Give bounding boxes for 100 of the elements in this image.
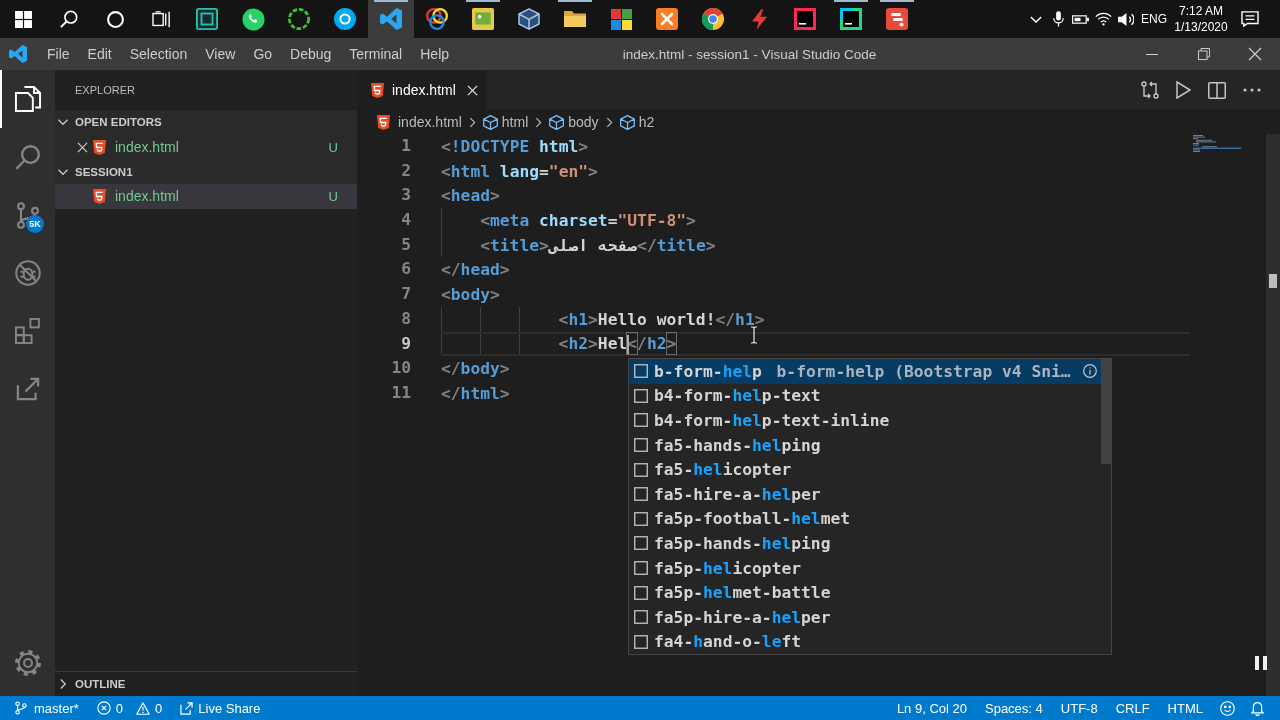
suggestion-item[interactable]: fa5-hire-a-helper bbox=[629, 481, 1101, 507]
suggestion-item[interactable]: b4-form-help-text-inline bbox=[629, 408, 1101, 433]
minimize-icon bbox=[1146, 53, 1158, 55]
wifi-icon[interactable] bbox=[1094, 12, 1112, 26]
tree-item[interactable]: index.html U bbox=[55, 134, 357, 160]
menu-item[interactable]: Debug bbox=[281, 38, 341, 70]
snippet-icon bbox=[634, 610, 648, 625]
task-view-icon[interactable] bbox=[151, 10, 171, 28]
four-squares-icon[interactable] bbox=[610, 8, 632, 30]
folder-icon[interactable] bbox=[564, 11, 586, 27]
lightning-icon[interactable] bbox=[751, 8, 767, 30]
line-number: 7 bbox=[400, 283, 411, 306]
suggestion-item[interactable]: fa5p-hands-helping bbox=[629, 531, 1101, 556]
chat-phone-icon[interactable] bbox=[241, 7, 265, 31]
suggestion-item[interactable]: b4-form-help-text bbox=[629, 383, 1101, 409]
notification-icon[interactable] bbox=[1241, 11, 1259, 27]
battery-icon[interactable] bbox=[1071, 14, 1089, 24]
status-item[interactable]: UTF-8 bbox=[1051, 696, 1107, 720]
cross-tile-icon[interactable] bbox=[656, 8, 678, 30]
clock[interactable]: 7:12 AM 1/13/2020 bbox=[1171, 3, 1231, 35]
warning-icon bbox=[136, 701, 151, 715]
suggestion-item[interactable]: b-form-help b-form-help (Bootstrap v4 Sni… bbox=[629, 359, 1101, 384]
caret-icon[interactable] bbox=[1030, 15, 1042, 23]
problems-status[interactable]: 0 0 bbox=[87, 696, 172, 720]
branch-status[interactable]: master* bbox=[15, 696, 88, 720]
cube-icon bbox=[619, 114, 635, 130]
activity-bar-button[interactable]: 5K bbox=[0, 186, 55, 244]
suggestion-item[interactable]: fa4-hand-o-left bbox=[629, 629, 1101, 655]
suggestion-item[interactable]: fa5-hands-helping bbox=[629, 432, 1101, 458]
breadcrumb-item[interactable]: h2 bbox=[619, 114, 655, 130]
chevron-icon bbox=[468, 116, 476, 128]
square-logo-icon[interactable] bbox=[840, 8, 862, 30]
windows-logo-icon[interactable] bbox=[14, 10, 32, 28]
editor-tab[interactable]: index.html bbox=[357, 70, 487, 110]
bell-icon[interactable] bbox=[1250, 700, 1264, 716]
status-item[interactable]: Ln 9, Col 20 bbox=[887, 696, 976, 720]
files-icon bbox=[14, 86, 41, 112]
html-file-icon bbox=[371, 82, 384, 98]
status-item[interactable]: HTML bbox=[1158, 696, 1212, 720]
circle-logo-icon[interactable] bbox=[334, 8, 356, 30]
speaker-icon[interactable] bbox=[1118, 11, 1134, 27]
window-title: index.html - session1 - Visual Studio Code bbox=[622, 46, 877, 62]
suggestion-item[interactable]: fa5-helicopter bbox=[629, 457, 1101, 482]
more-icon[interactable] bbox=[1243, 88, 1261, 92]
line-number: 6 bbox=[400, 258, 411, 281]
status-item[interactable]: Spaces: 4 bbox=[976, 696, 1052, 720]
html-file-icon bbox=[93, 188, 106, 204]
code-text: <meta charset="UTF-8"> bbox=[480, 209, 696, 231]
feedback-smiley-icon[interactable] bbox=[1219, 700, 1235, 716]
menu-item[interactable]: View bbox=[196, 38, 245, 70]
search-icon[interactable] bbox=[60, 10, 78, 28]
menu-item[interactable]: Edit bbox=[78, 38, 121, 70]
menu-item[interactable]: File bbox=[38, 38, 79, 70]
tile-logo-icon[interactable] bbox=[886, 8, 908, 30]
menu-item[interactable]: Terminal bbox=[340, 38, 412, 70]
suggestion-item[interactable]: fa5p-helicopter bbox=[629, 555, 1101, 581]
breadcrumb-item[interactable]: body bbox=[549, 114, 599, 130]
source-control-icon bbox=[16, 201, 39, 229]
line-number: 4 bbox=[400, 209, 411, 232]
line-number: 9 bbox=[400, 332, 411, 355]
run-icon[interactable] bbox=[1176, 81, 1191, 99]
framed-square-icon[interactable] bbox=[196, 8, 218, 30]
section-header[interactable]: SESSION1 bbox=[55, 159, 357, 185]
sidebar-title: EXPLORER bbox=[75, 84, 135, 96]
close-icon[interactable] bbox=[466, 84, 478, 96]
live-share-button[interactable]: Live Share bbox=[171, 696, 270, 720]
tree-item[interactable]: index.html U bbox=[55, 184, 357, 209]
menu-item[interactable]: Selection bbox=[120, 38, 197, 70]
info-icon[interactable] bbox=[1083, 364, 1097, 379]
breadcrumb-item[interactable]: html bbox=[482, 114, 529, 130]
snippet-icon bbox=[634, 536, 648, 551]
compare-changes-icon[interactable] bbox=[1141, 81, 1159, 99]
section-header[interactable]: OPEN EDITORS bbox=[55, 110, 357, 135]
status-item[interactable]: CRLF bbox=[1106, 696, 1159, 720]
menu-item[interactable]: Go bbox=[244, 38, 282, 70]
overlapping-circles-icon[interactable] bbox=[426, 8, 448, 30]
suggestion-item[interactable]: fa5p-helmet-battle bbox=[629, 580, 1101, 605]
suggestion-item[interactable]: fa5p-hire-a-helper bbox=[629, 604, 1101, 630]
dashed-ring-icon[interactable] bbox=[288, 8, 310, 30]
cube-icon[interactable] bbox=[518, 8, 540, 30]
close-icon[interactable] bbox=[76, 141, 88, 153]
square-logo-icon[interactable] bbox=[794, 8, 816, 30]
minimap bbox=[1193, 135, 1241, 153]
menu-item[interactable]: Help bbox=[411, 38, 459, 70]
breadcrumb-item[interactable]: index.html bbox=[377, 114, 462, 130]
suggestion-item[interactable]: fa5p-football-helmet bbox=[629, 506, 1101, 532]
microphone-icon[interactable] bbox=[1052, 11, 1064, 27]
editor-logo-icon[interactable] bbox=[380, 8, 402, 30]
chevron-icon bbox=[535, 116, 543, 128]
circle-logo-icon[interactable] bbox=[702, 8, 724, 30]
language-indicator[interactable]: ENG bbox=[1137, 12, 1171, 26]
git-status: U bbox=[328, 139, 338, 155]
snippet-icon bbox=[634, 413, 648, 428]
count-badge: 5K bbox=[26, 215, 44, 233]
code-text: <body> bbox=[441, 283, 500, 305]
editor-scrollbar[interactable] bbox=[1266, 134, 1280, 696]
line-number: 2 bbox=[400, 159, 411, 182]
split-editor-icon[interactable] bbox=[1208, 81, 1226, 99]
ring-icon[interactable] bbox=[106, 10, 124, 28]
code-text: <head> bbox=[441, 185, 500, 207]
